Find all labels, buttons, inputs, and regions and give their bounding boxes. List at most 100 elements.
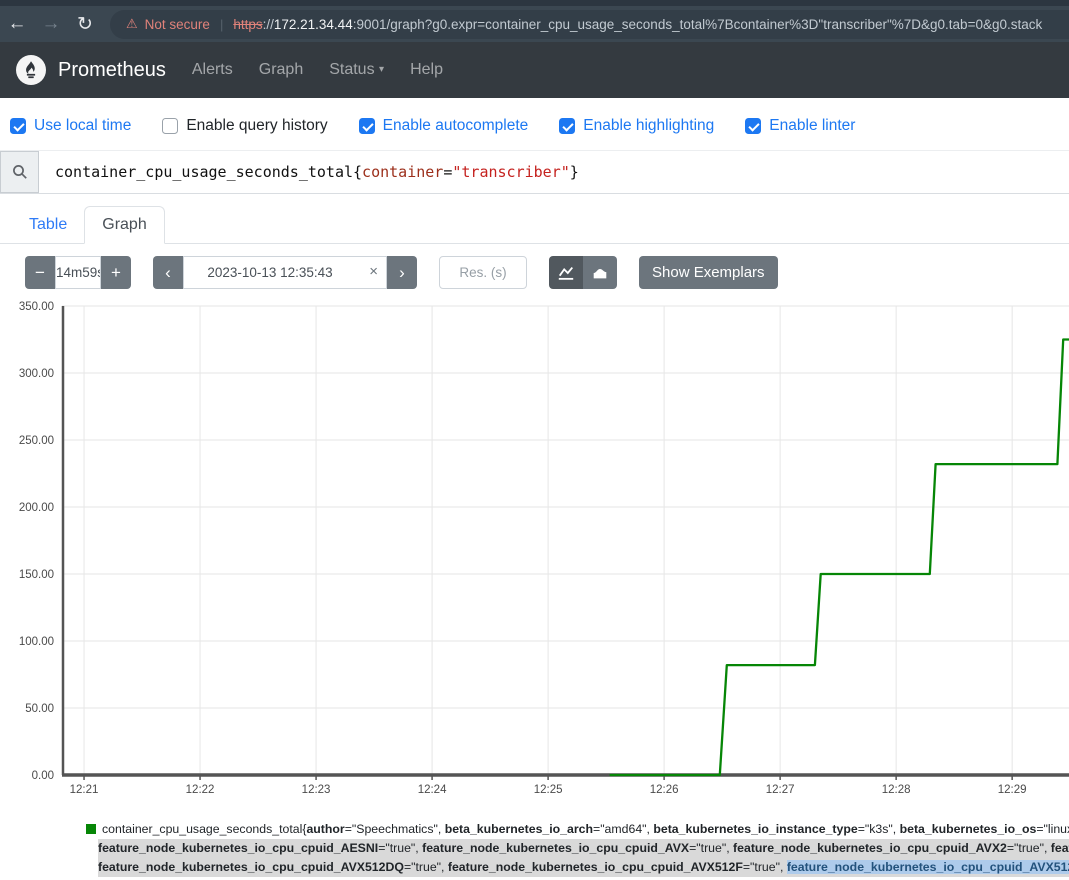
option-label: Enable highlighting [583,117,714,135]
legend-label-name: feature_node_kubernetes_io_cpu_cpuid_AVX… [787,860,1069,874]
option-use-local-time[interactable]: Use local time [10,117,131,135]
svg-text:12:28: 12:28 [882,784,911,796]
svg-text:12:25: 12:25 [534,784,563,796]
svg-text:250.00: 250.00 [19,435,54,447]
line-chart-button[interactable] [549,256,583,289]
range-duration-input[interactable] [55,256,101,289]
legend-label-value: ="true", [378,841,422,855]
brand-title[interactable]: Prometheus [58,59,166,82]
option-enable-highlighting[interactable]: Enable highlighting [559,117,714,135]
end-time-input[interactable] [183,256,387,289]
stacked-chart-icon [591,264,609,282]
legend-label-name: feature [1051,841,1069,855]
svg-text:12:21: 12:21 [70,784,99,796]
nav-item-graph[interactable]: Graph [259,61,303,79]
svg-text:12:24: 12:24 [418,784,447,796]
range-increase-button[interactable]: + [101,256,131,289]
svg-text:12:22: 12:22 [186,784,215,796]
panel-tabs: Table Graph [0,202,1069,244]
address-divider: | [220,17,223,32]
nav-item-status-dropdown[interactable]: Status ▾ [329,61,384,79]
browser-chrome: ← → ↻ ⚠ Not secure | https://172.21.34.4… [0,0,1069,42]
legend-label-value: ="true", [1007,841,1051,855]
clear-time-icon[interactable]: × [369,263,378,280]
legend-line-1[interactable]: container_cpu_usage_seconds_total{author… [86,820,1069,839]
svg-text:12:27: 12:27 [766,784,795,796]
query-execute-addon[interactable] [0,151,39,193]
svg-text:150.00: 150.00 [19,569,54,581]
query-bar: container_cpu_usage_seconds_total{contai… [0,150,1069,194]
option-enable-query-history[interactable]: Enable query history [162,117,327,135]
range-decrease-button[interactable]: − [25,256,55,289]
legend-label-name: author [306,822,344,836]
not-secure-label[interactable]: Not secure [145,17,210,32]
option-label: Enable autocomplete [383,117,529,135]
browser-forward-button[interactable]: → [34,13,68,35]
chart-type-toggle [549,256,617,289]
range-control-group: − + [25,256,131,289]
legend-label-value: container_cpu_usage_seconds_total{ [102,822,306,836]
legend-line-2[interactable]: feature_node_kubernetes_io_cpu_cpuid_AES… [98,839,1069,858]
time-control-group: ‹ × › [153,256,417,289]
legend-label-name: beta_kubernetes_io_instance_type [653,822,857,836]
cpu-usage-chart[interactable]: 350.00300.00250.00200.00150.00100.0050.0… [0,301,1069,806]
option-label: Use local time [34,117,131,135]
legend-label-value: ="true", [689,841,733,855]
svg-text:12:23: 12:23 [302,784,331,796]
prometheus-navbar: Prometheus Alerts Graph Status ▾ Help [0,42,1069,98]
time-back-button[interactable]: ‹ [153,256,183,289]
url-separator: :// [263,17,274,32]
checkbox-checked-icon[interactable] [359,118,375,134]
legend-label-value: ="amd64", [593,822,653,836]
query-expression-input[interactable]: container_cpu_usage_seconds_total{contai… [39,151,1069,193]
checkbox-checked-icon[interactable] [559,118,575,134]
legend-label-value: ="k3s", [858,822,900,836]
legend-label-value: ="true", [743,860,787,874]
legend-label-value: ="Speechmatics", [345,822,445,836]
query-token-string: "transcriber" [452,163,569,181]
series-swatch-icon [86,824,96,834]
url-host: 172.21.34.44 [274,17,353,32]
url-scheme: https [233,17,262,32]
url-text: https://172.21.34.44:9001/graph?g0.expr=… [233,17,1042,32]
svg-text:200.00: 200.00 [19,502,54,514]
not-secure-warning-icon: ⚠ [126,16,138,32]
nav-item-alerts[interactable]: Alerts [192,61,233,79]
series-legend[interactable]: container_cpu_usage_seconds_total{author… [86,820,1069,877]
stacked-chart-button[interactable] [583,256,617,289]
prometheus-logo-icon[interactable] [16,55,46,85]
svg-text:12:26: 12:26 [650,784,679,796]
line-chart-icon [557,264,575,282]
checkbox-unchecked-icon[interactable] [162,118,178,134]
svg-text:350.00: 350.00 [19,301,54,313]
legend-line-3[interactable]: feature_node_kubernetes_io_cpu_cpuid_AVX… [98,858,1069,877]
browser-reload-button[interactable]: ↻ [68,13,102,36]
legend-label-name: beta_kubernetes_io_arch [445,822,593,836]
option-enable-autocomplete[interactable]: Enable autocomplete [359,117,529,135]
legend-label-name: beta_kubernetes_io_os [900,822,1037,836]
nav-item-help[interactable]: Help [410,61,443,79]
tab-graph[interactable]: Graph [84,206,164,244]
query-token-punct: = [443,163,452,181]
tab-table[interactable]: Table [12,207,84,243]
legend-label-name: feature_node_kubernetes_io_cpu_cpuid_AES… [98,841,378,855]
query-token-punct: } [570,163,579,181]
svg-text:50.00: 50.00 [25,703,54,715]
legend-label-name: feature_node_kubernetes_io_cpu_cpuid_AVX… [98,860,404,874]
resolution-input[interactable] [439,256,527,289]
checkbox-checked-icon[interactable] [745,118,761,134]
query-token-metric: container_cpu_usage_seconds_total [55,163,353,181]
checkbox-checked-icon[interactable] [10,118,26,134]
legend-label-value: ="true", [404,860,448,874]
options-row: Use local time Enable query history Enable… [10,114,1069,138]
option-enable-linter[interactable]: Enable linter [745,117,855,135]
svg-text:300.00: 300.00 [19,368,54,380]
svg-text:0.00: 0.00 [32,770,54,782]
show-exemplars-button[interactable]: Show Exemplars [639,256,778,289]
option-label: Enable linter [769,117,855,135]
address-bar[interactable]: ⚠ Not secure | https://172.21.34.44:9001… [110,10,1069,39]
browser-back-button[interactable]: ← [0,13,34,35]
nav-item-status-label: Status [329,61,374,78]
legend-label-name: feature_node_kubernetes_io_cpu_cpuid_AVX… [448,860,743,874]
time-forward-button[interactable]: › [387,256,417,289]
